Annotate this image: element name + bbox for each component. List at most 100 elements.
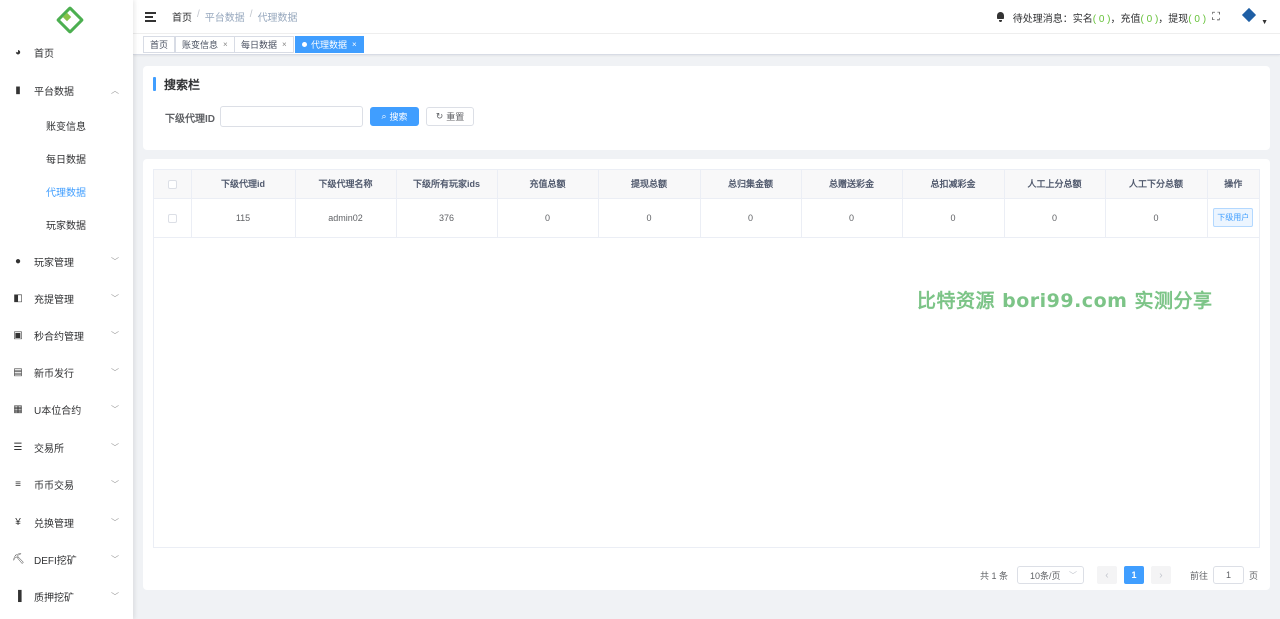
- search-button[interactable]: ⌕ 搜索: [370, 107, 419, 126]
- search-title: 搜索栏: [153, 76, 200, 92]
- refresh-icon: ↻: [435, 111, 444, 121]
- dashboard-icon: ◕: [14, 46, 22, 58]
- table-cell: 0: [598, 198, 701, 238]
- pending-realname-count: ( 0 ): [1092, 13, 1111, 25]
- prev-page-button[interactable]: ‹: [1096, 566, 1117, 584]
- sidebar-item-label: 新币发行: [34, 368, 74, 380]
- sidebar-subitem[interactable]: 账变信息: [0, 114, 133, 136]
- list-icon: ☰: [13, 441, 23, 453]
- table-cell: 0: [801, 198, 903, 238]
- sidebar-item[interactable]: ▦ U本位合约 ﹀: [0, 397, 133, 421]
- next-page-button[interactable]: ›: [1150, 566, 1171, 584]
- column-header: 人工上分总额: [1004, 170, 1106, 199]
- column-header: 人工下分总额: [1105, 170, 1208, 199]
- sidebar-item[interactable]: ▤ 新币发行 ﹀: [0, 360, 133, 384]
- card-icon: ▤: [13, 366, 23, 378]
- logo[interactable]: [0, 0, 133, 34]
- page-size-value: 10条/页: [1029, 570, 1061, 581]
- pagination-total: 共 1 条: [979, 570, 1008, 581]
- sidebar-subitem[interactable]: 每日数据: [0, 147, 133, 169]
- sidebar-subitem[interactable]: 代理数据: [0, 180, 133, 202]
- sidebar-item-label: 平台数据: [34, 86, 74, 98]
- goto-page-input[interactable]: [1212, 566, 1244, 584]
- goto-page: 前往 页: [1190, 566, 1258, 584]
- chevron-down-icon: ﹀: [111, 293, 119, 303]
- chevron-up-icon: ︿: [111, 85, 119, 95]
- search-button-label: 搜索: [389, 112, 408, 122]
- logo-icon: [57, 7, 77, 27]
- data-table: 下级代理id 下级代理名称 下级所有玩家ids 充值总额 提现总额 总归集金额 总赠送彩金总…: [153, 169, 1260, 548]
- header: 首页 / 平台数据 / 代理数据 待处理消息：实名( 0 )，充值( 0 )，提…: [133, 0, 1280, 34]
- hamburger-icon[interactable]: [145, 12, 156, 22]
- close-icon[interactable]: ×: [352, 40, 357, 49]
- tag-agent-data[interactable]: 代理数据 ×: [295, 36, 364, 53]
- agent-id-input[interactable]: [220, 106, 363, 127]
- sidebar-item[interactable]: ▐ 质押挖矿 ﹀: [0, 584, 133, 608]
- chevron-down-icon: ﹀: [111, 591, 119, 601]
- sidebar-item[interactable]: ¥ 兑换管理 ﹀: [0, 510, 133, 534]
- tag-label: 账变信息: [182, 40, 219, 50]
- table-cell: 376: [396, 198, 498, 238]
- page-number[interactable]: 1: [1123, 566, 1144, 584]
- breadcrumb-home[interactable]: 首页: [172, 9, 192, 24]
- sub-users-button[interactable]: 下级用户: [1213, 208, 1254, 227]
- sidebar-item[interactable]: ▮ 平台数据 ︿: [0, 78, 133, 102]
- sidebar-item[interactable]: ≡ 币币交易 ﹀: [0, 472, 133, 496]
- table-cell: 0: [1004, 198, 1106, 238]
- tag-daily-data[interactable]: 每日数据 ×: [234, 36, 294, 53]
- row-checkbox[interactable]: [154, 198, 192, 238]
- grid-icon: ▦: [13, 403, 23, 415]
- chevron-down-icon: ﹀: [111, 554, 119, 564]
- sidebar-subitem[interactable]: 玩家数据: [0, 213, 133, 235]
- reset-button[interactable]: ↻ 重置: [426, 107, 474, 126]
- sidebar-item-label: 玩家管理: [34, 257, 74, 269]
- chevron-down-icon: ﹀: [1068, 571, 1077, 580]
- sidebar-item[interactable]: ◧ 充提管理 ﹀: [0, 286, 133, 310]
- checkbox-icon: [167, 213, 177, 223]
- tag-label: 代理数据: [311, 40, 348, 50]
- monitor-icon: ▣: [13, 329, 23, 341]
- column-header: 总归集金额: [700, 170, 802, 199]
- checkbox-icon: [167, 179, 177, 189]
- sidebar-item[interactable]: ◕ 首页: [0, 40, 133, 64]
- fullscreen-icon[interactable]: ⛶: [1212, 11, 1223, 23]
- pending-messages[interactable]: 待处理消息：实名( 0 )，充值( 0 )，提现( 0 ): [1013, 10, 1206, 25]
- table-cell: 115: [191, 198, 296, 238]
- page-size-select[interactable]: 10条/页 ﹀: [1016, 566, 1084, 584]
- tag-account-change[interactable]: 账变信息 ×: [175, 36, 235, 53]
- sidebar-item-label: 币币交易: [34, 480, 74, 492]
- close-icon[interactable]: ×: [282, 40, 287, 49]
- pagination: 共 1 条 10条/页 ﹀ ‹ 1 › 前往 页: [980, 565, 1258, 585]
- sidebar-item-label: 兑换管理: [34, 518, 74, 530]
- sidebar-item-label: DEFI挖矿: [34, 555, 77, 567]
- agent-id-label: 下级代理ID: [165, 114, 215, 125]
- table-row: 115 admin02 376 0 0 0 0 0 0 0 下级用户: [154, 198, 1259, 238]
- mining-icon: ⛏: [12, 553, 25, 565]
- caret-down-icon[interactable]: ▼: [1261, 19, 1268, 26]
- avatar[interactable]: [1241, 9, 1257, 25]
- column-header: 提现总额: [598, 170, 701, 199]
- sidebar-item[interactable]: ▣ 秒合约管理 ﹀: [0, 323, 133, 347]
- watermark: 比特资源 bori99.com 实测分享: [917, 290, 1213, 312]
- sidebar-item[interactable]: ☰ 交易所 ﹀: [0, 435, 133, 459]
- pending-withdraw-count: ( 0 ): [1188, 13, 1207, 25]
- bell-icon[interactable]: [996, 12, 1005, 22]
- sidebar-item[interactable]: ⛏ DEFI挖矿 ﹀: [0, 547, 133, 571]
- breadcrumb-platform-data: 平台数据: [204, 13, 245, 24]
- tag-label: 首页: [150, 40, 169, 50]
- chevron-down-icon: ﹀: [111, 404, 119, 414]
- sidebar-item[interactable]: ● 玩家管理 ﹀: [0, 249, 133, 273]
- yen-icon: ¥: [15, 516, 21, 528]
- column-header: 充值总额: [497, 170, 599, 199]
- chevron-down-icon: ﹀: [111, 330, 119, 340]
- select-all-checkbox[interactable]: [154, 170, 192, 199]
- tag-home[interactable]: 首页: [143, 36, 176, 53]
- column-header: 下级代理id: [191, 170, 296, 199]
- book-icon: ▮: [15, 84, 21, 96]
- table-body: 115 admin02 376 0 0 0 0 0 0 0 下级用户: [154, 198, 1259, 238]
- sidebar-item-label: U本位合约: [34, 405, 82, 417]
- close-icon[interactable]: ×: [223, 40, 228, 49]
- bar-chart-icon: ▐: [14, 590, 22, 602]
- table-cell-actions: 下级用户: [1207, 198, 1259, 238]
- table-cell: 0: [902, 198, 1005, 238]
